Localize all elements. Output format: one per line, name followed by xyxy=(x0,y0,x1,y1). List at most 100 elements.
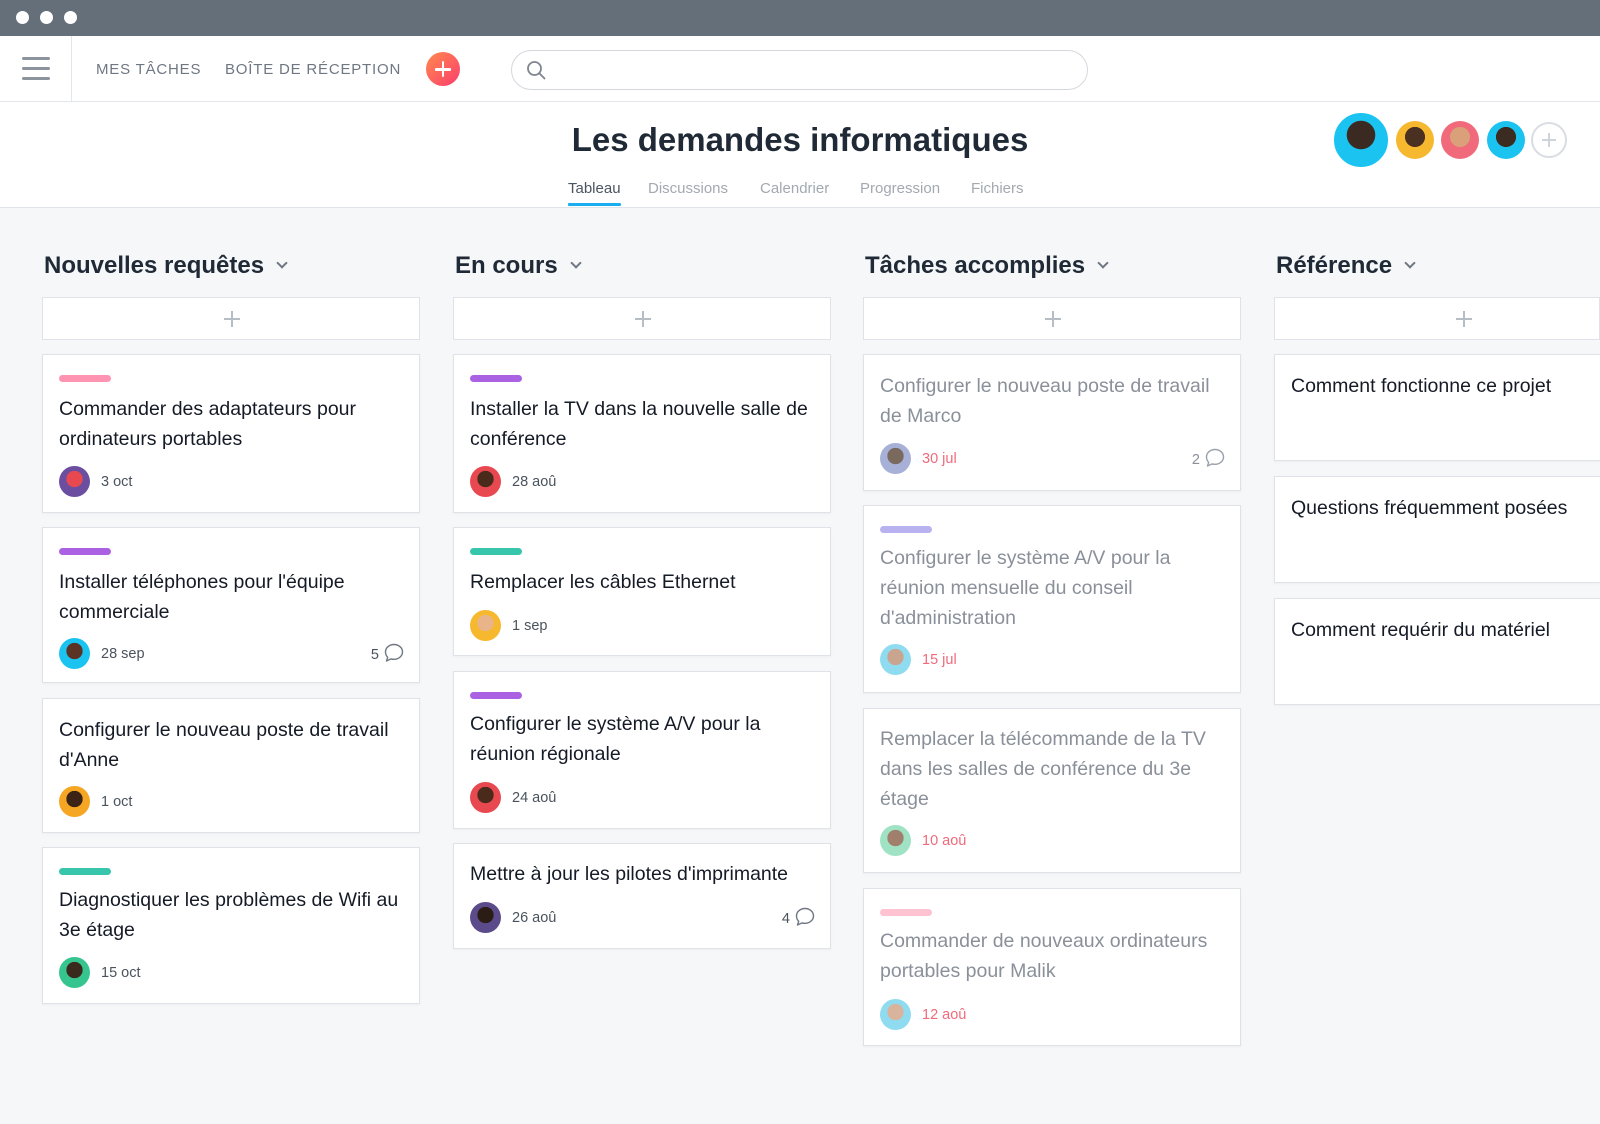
task-title: Installer la TV dans la nouvelle salle d… xyxy=(470,398,808,450)
assignee-avatar[interactable] xyxy=(59,786,90,817)
add-member-button[interactable] xyxy=(1531,122,1567,158)
search-input[interactable] xyxy=(511,50,1088,90)
window-maximize-dot[interactable] xyxy=(64,11,77,24)
task-meta: 10 aoû xyxy=(880,825,1226,857)
column-completed: Tâches accomplies Configurer le nouveau … xyxy=(863,209,1241,1089)
task-title: Remplacer la télécommande de la TV dans … xyxy=(880,728,1206,810)
tab-progress[interactable]: Progression xyxy=(860,180,940,197)
assignee-avatar[interactable] xyxy=(59,957,90,988)
task-meta: 24 aoû xyxy=(470,782,816,814)
task-meta: 15 jul xyxy=(880,644,1226,676)
assignee-avatar[interactable] xyxy=(880,999,911,1030)
task-card[interactable]: Mettre à jour les pilotes d'imprimante 2… xyxy=(453,843,831,949)
task-meta: 30 jul 2 xyxy=(880,443,1226,475)
task-title: Diagnostiquer les problèmes de Wifi au 3… xyxy=(59,889,399,941)
due-date: 3 oct xyxy=(101,474,133,490)
column-title[interactable]: Tâches accomplies xyxy=(865,252,1109,280)
task-meta: 28 aoû xyxy=(470,466,816,498)
task-title: Configurer le nouveau poste de travail d… xyxy=(59,719,389,771)
task-title: Comment fonctionne ce projet xyxy=(1291,375,1552,397)
chevron-down-icon[interactable] xyxy=(276,257,288,269)
add-task-button[interactable] xyxy=(453,297,831,340)
board: Nouvelles requêtes Commander des adaptat… xyxy=(0,209,1600,1124)
task-title: Mettre à jour les pilotes d'imprimante xyxy=(470,863,789,885)
task-card[interactable]: Comment fonctionne ce projet xyxy=(1274,354,1600,461)
chevron-down-icon[interactable] xyxy=(1404,257,1416,269)
column-in-progress: En cours Installer la TV dans la nouvell… xyxy=(453,209,831,1089)
task-card[interactable]: Commander de nouveaux ordinateurs portab… xyxy=(863,888,1241,1046)
column-title[interactable]: Référence xyxy=(1276,252,1416,280)
task-card[interactable]: Questions fréquemment posées xyxy=(1274,476,1600,583)
due-date: 1 oct xyxy=(101,794,133,810)
column-new-requests: Nouvelles requêtes Commander des adaptat… xyxy=(42,209,420,1089)
task-title: Remplacer les câbles Ethernet xyxy=(470,571,736,593)
comment-count[interactable]: 2 xyxy=(1180,447,1226,471)
tag-color xyxy=(59,868,111,875)
task-card[interactable]: Configurer le nouveau poste de travail d… xyxy=(863,354,1241,491)
member-avatar[interactable] xyxy=(1441,121,1479,159)
comment-count[interactable]: 5 xyxy=(359,642,405,666)
add-task-button[interactable] xyxy=(863,297,1241,340)
task-title: Commander de nouveaux ordinateurs portab… xyxy=(880,930,1208,982)
add-task-button[interactable] xyxy=(42,297,420,340)
task-meta: 3 oct xyxy=(59,466,405,498)
due-date: 24 aoû xyxy=(512,790,557,806)
task-meta: 26 aoû 4 xyxy=(470,902,816,934)
task-card[interactable]: Configurer le système A/V pour la réunio… xyxy=(863,505,1241,693)
task-card[interactable]: Commander des adaptateurs pour ordinateu… xyxy=(42,354,420,513)
task-card[interactable]: Diagnostiquer les problèmes de Wifi au 3… xyxy=(42,847,420,1004)
task-title: Comment requérir du matériel xyxy=(1291,619,1551,641)
assignee-avatar[interactable] xyxy=(59,466,90,497)
due-date: 1 sep xyxy=(512,618,548,634)
window-close-dot[interactable] xyxy=(16,11,29,24)
task-title: Configurer le nouveau poste de travail d… xyxy=(880,375,1210,427)
task-title: Questions fréquemment posées xyxy=(1291,497,1568,519)
tab-discussions[interactable]: Discussions xyxy=(648,180,728,197)
menu-icon[interactable] xyxy=(0,36,72,101)
assignee-avatar[interactable] xyxy=(880,443,911,474)
assignee-avatar[interactable] xyxy=(470,782,501,813)
assignee-avatar[interactable] xyxy=(470,902,501,933)
comment-icon xyxy=(795,907,815,926)
tag-color xyxy=(470,548,522,555)
task-card[interactable]: Remplacer la télécommande de la TV dans … xyxy=(863,708,1241,873)
task-card[interactable]: Installer la TV dans la nouvelle salle d… xyxy=(453,354,831,513)
comment-count[interactable]: 4 xyxy=(770,906,816,930)
nav-my-tasks[interactable]: MES TÂCHES xyxy=(96,61,201,78)
tab-files[interactable]: Fichiers xyxy=(971,180,1024,197)
task-card[interactable]: Configurer le nouveau poste de travail d… xyxy=(42,698,420,833)
chevron-down-icon[interactable] xyxy=(570,257,582,269)
task-card[interactable]: Configurer le système A/V pour la réunio… xyxy=(453,671,831,829)
task-card[interactable]: Remplacer les câbles Ethernet 1 sep xyxy=(453,527,831,656)
tag-color xyxy=(880,909,932,916)
due-date: 28 sep xyxy=(101,646,145,662)
quick-add-button[interactable] xyxy=(426,52,460,86)
tag-color xyxy=(880,526,932,533)
top-navigation: MES TÂCHES BOÎTE DE RÉCEPTION xyxy=(0,36,1600,102)
add-task-button[interactable] xyxy=(1274,297,1600,340)
tab-board[interactable]: Tableau xyxy=(568,180,621,206)
assignee-avatar[interactable] xyxy=(470,610,501,641)
due-date: 26 aoû xyxy=(512,910,557,926)
comment-icon xyxy=(1205,448,1225,467)
assignee-avatar[interactable] xyxy=(59,638,90,669)
task-card[interactable]: Installer téléphones pour l'équipe comme… xyxy=(42,527,420,683)
task-title: Configurer le système A/V pour la réunio… xyxy=(470,713,761,765)
project-header: Les demandes informatiques Tableau Discu… xyxy=(0,103,1600,208)
assignee-avatar[interactable] xyxy=(470,466,501,497)
assignee-avatar[interactable] xyxy=(880,644,911,675)
chevron-down-icon[interactable] xyxy=(1097,257,1109,269)
tab-calendar[interactable]: Calendrier xyxy=(760,180,829,197)
task-title: Commander des adaptateurs pour ordinateu… xyxy=(59,398,357,450)
member-avatar[interactable] xyxy=(1334,113,1388,167)
task-meta: 1 oct xyxy=(59,786,405,818)
task-card[interactable]: Comment requérir du matériel xyxy=(1274,598,1600,705)
due-date: 28 aoû xyxy=(512,474,557,490)
column-title[interactable]: Nouvelles requêtes xyxy=(44,252,288,280)
column-title[interactable]: En cours xyxy=(455,252,582,280)
assignee-avatar[interactable] xyxy=(880,825,911,856)
member-avatar[interactable] xyxy=(1396,121,1434,159)
window-minimize-dot[interactable] xyxy=(40,11,53,24)
nav-inbox[interactable]: BOÎTE DE RÉCEPTION xyxy=(225,61,401,78)
member-avatar[interactable] xyxy=(1487,121,1525,159)
